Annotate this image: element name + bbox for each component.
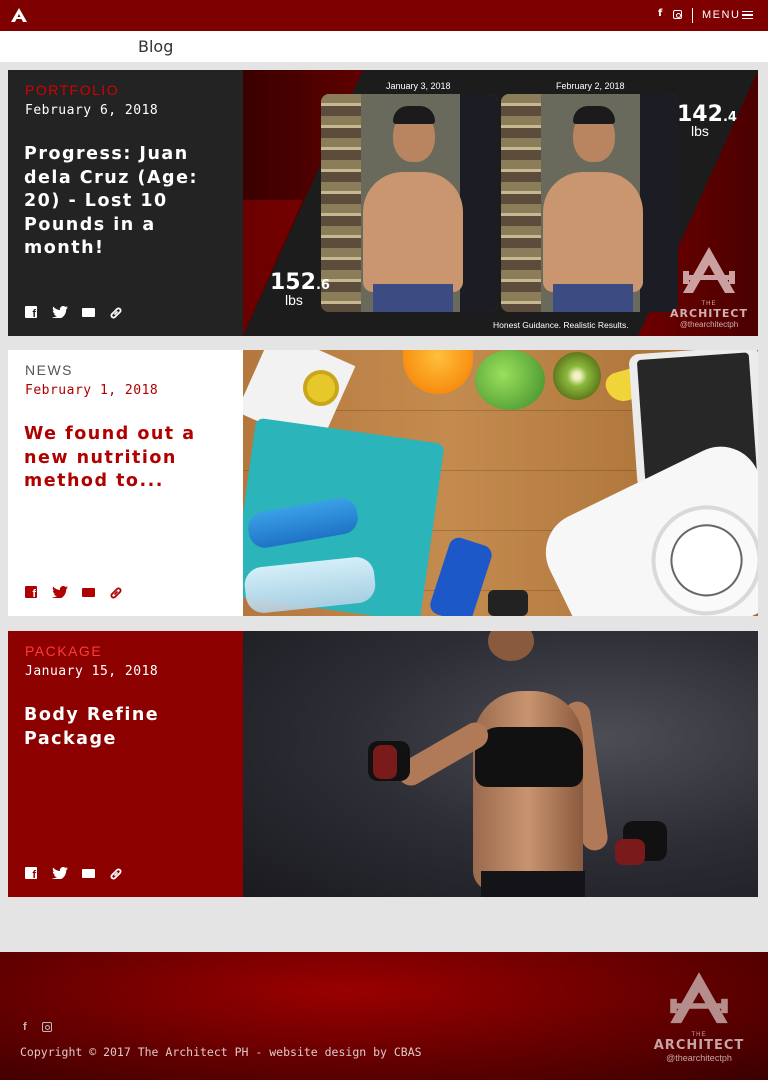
instagram-icon[interactable] [673, 10, 682, 19]
nutrition-flatlay-image [243, 350, 758, 616]
blog-post-card[interactable]: PORTFOLIO February 6, 2018 Progress: Jua… [8, 70, 758, 336]
link-icon[interactable] [109, 306, 123, 320]
architect-logo-icon[interactable] [11, 8, 27, 22]
post-image[interactable] [243, 350, 758, 616]
before-weight-unit: lbs [285, 292, 303, 308]
navbar-divider [692, 8, 693, 23]
blog-post-card[interactable]: PACKAGE January 15, 2018 Body Refine Pac… [8, 631, 758, 897]
post-date: February 1, 2018 [25, 383, 159, 398]
footer-brand-logo[interactable]: THE ARCHITECT @thearchitectph [652, 970, 746, 1063]
post-image[interactable] [243, 631, 758, 897]
facebook-icon[interactable]: f [658, 8, 662, 19]
instagram-icon[interactable] [42, 1022, 52, 1032]
mail-icon[interactable] [82, 588, 95, 597]
architect-logo-icon [670, 972, 728, 1024]
page-title: Blog [138, 37, 174, 56]
before-weight: 152.6 [270, 270, 330, 295]
progress-comparison-image: January 3, 2018 February 2, 2018 152.6 l… [243, 70, 758, 336]
blog-post-card[interactable]: NEWS February 1, 2018 We found out a new… [8, 350, 758, 616]
after-photo-date: February 2, 2018 [556, 81, 625, 91]
post-category[interactable]: NEWS [25, 362, 73, 378]
post-text-column: PACKAGE January 15, 2018 Body Refine Pac… [8, 631, 243, 897]
post-category[interactable]: PORTFOLIO [25, 82, 119, 98]
facebook-icon[interactable] [25, 306, 37, 320]
architect-logo-icon [683, 247, 735, 293]
before-photo [321, 94, 498, 312]
image-tagline: Honest Guidance. Realistic Results. [493, 320, 629, 330]
site-footer: f Copyright © 2017 The Architect PH - we… [0, 952, 768, 1080]
post-text-column: PORTFOLIO February 6, 2018 Progress: Jua… [8, 70, 243, 336]
after-photo [501, 94, 678, 312]
post-date: January 15, 2018 [25, 664, 159, 679]
post-title[interactable]: Body Refine Package [24, 704, 229, 751]
hamburger-icon[interactable] [742, 11, 753, 19]
post-text-column: NEWS February 1, 2018 We found out a new… [8, 350, 243, 616]
copyright-text: Copyright © 2017 The Architect PH - webs… [20, 1045, 422, 1059]
mail-icon[interactable] [82, 869, 95, 878]
before-photo-date: January 3, 2018 [386, 81, 451, 91]
page-heading-bar: Blog [0, 31, 768, 62]
after-weight-unit: lbs [691, 123, 709, 139]
twitter-icon[interactable] [52, 867, 68, 879]
facebook-icon[interactable]: f [23, 1021, 27, 1033]
post-date: February 6, 2018 [25, 103, 159, 118]
image-brand-watermark: THE ARCHITECT @thearchitectph [669, 245, 749, 329]
athlete-image [243, 631, 758, 897]
twitter-icon[interactable] [52, 306, 68, 318]
twitter-icon[interactable] [52, 586, 68, 598]
facebook-icon[interactable] [25, 867, 37, 881]
menu-button[interactable]: MENU [702, 9, 740, 21]
mail-icon[interactable] [82, 308, 95, 317]
post-image[interactable]: January 3, 2018 February 2, 2018 152.6 l… [243, 70, 758, 336]
post-category[interactable]: PACKAGE [25, 643, 102, 659]
post-title[interactable]: We found out a new nutrition method to..… [24, 423, 229, 494]
post-title[interactable]: Progress: Juan dela Cruz (Age: 20) - Los… [24, 143, 229, 261]
link-icon[interactable] [109, 867, 123, 881]
link-icon[interactable] [109, 586, 123, 600]
facebook-icon[interactable] [25, 586, 37, 600]
top-navbar: f MENU [0, 0, 768, 31]
